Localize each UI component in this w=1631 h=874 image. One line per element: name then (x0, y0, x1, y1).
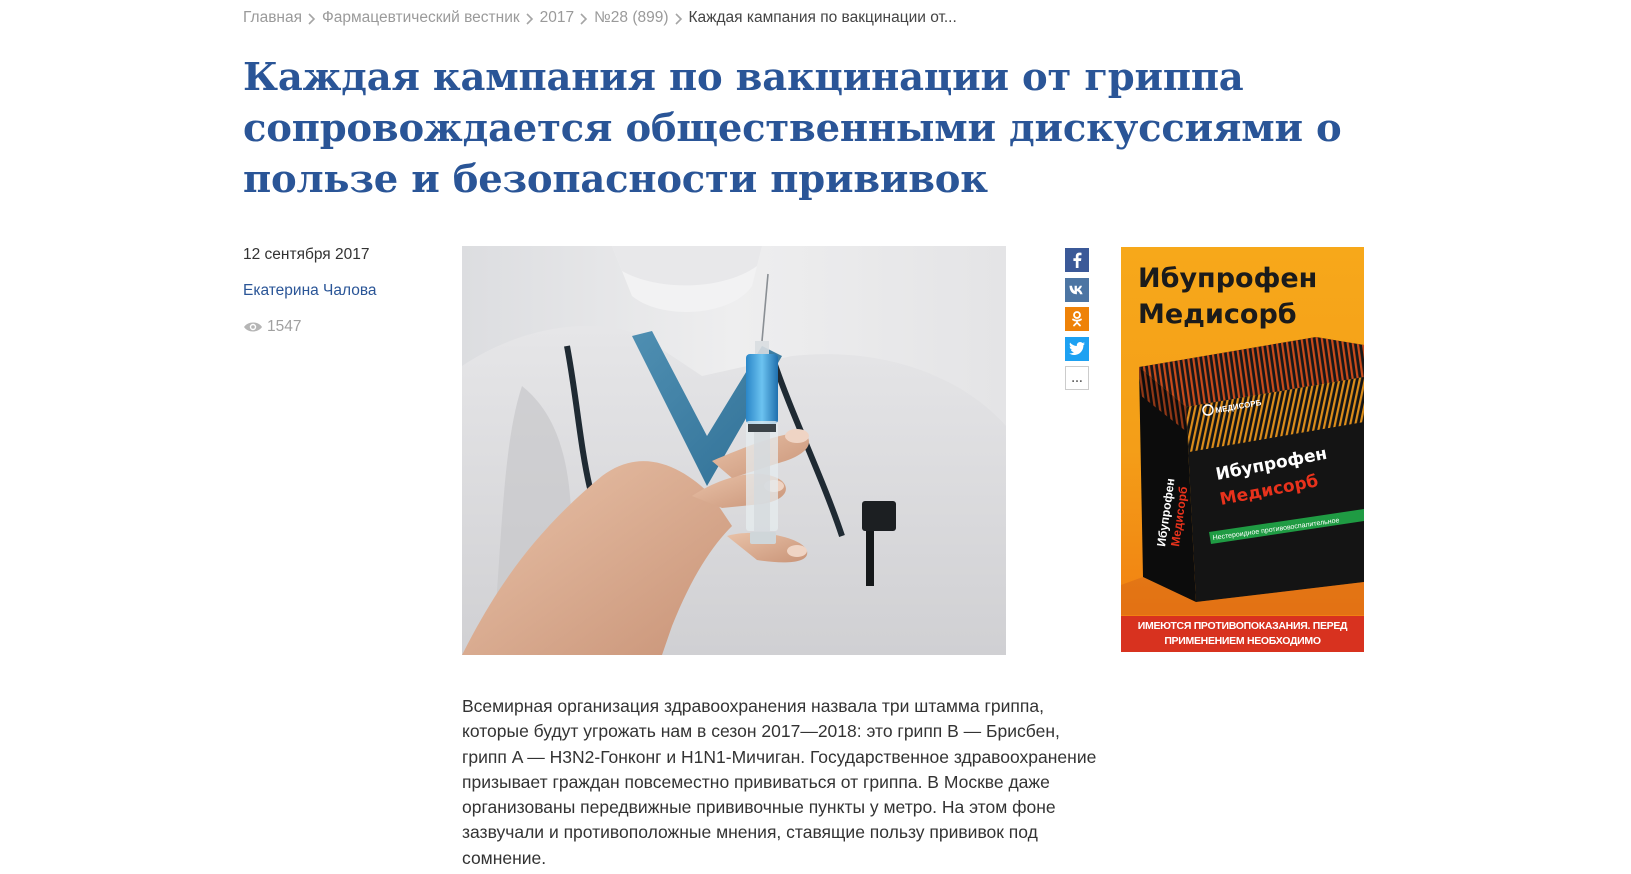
odnoklassniki-share-button[interactable] (1065, 307, 1089, 331)
vkontakte-share-button[interactable] (1065, 277, 1089, 302)
chevron-right-icon (669, 11, 689, 26)
ellipsis-icon: … (1071, 371, 1083, 385)
article-date: 12 сентября 2017 (243, 246, 370, 263)
share-bar: … (1065, 248, 1089, 396)
breadcrumb-item-year[interactable]: 2017 (540, 9, 574, 27)
twitter-share-button[interactable] (1065, 336, 1089, 361)
breadcrumb-current: Каждая кампания по вакцинации от... (688, 9, 957, 26)
article-body: Всемирная организация здравоохранения на… (462, 696, 1097, 868)
ad-title: Ибупрофен Медисорб (1138, 263, 1318, 330)
vk-icon (1069, 285, 1083, 294)
breadcrumb: Главная Фармацевтический вестник 2017 №2… (243, 8, 957, 28)
chevron-right-icon (574, 11, 594, 26)
article-author-link[interactable]: Екатерина Чалова (243, 282, 443, 300)
more-share-button[interactable]: … (1065, 366, 1089, 390)
eye-icon (244, 322, 262, 332)
page-title: Каждая кампания по вакцинации от гриппа … (243, 55, 1342, 202)
ad-disclaimer: ИМЕЮТСЯ ПРОТИВОПОКАЗАНИЯ. ПЕРЕД ПРИМЕНЕН… (1121, 616, 1364, 652)
twitter-icon (1069, 342, 1085, 355)
view-count: 1547 (243, 318, 443, 336)
chevron-right-icon (520, 11, 540, 26)
article-photo (462, 246, 1006, 655)
breadcrumb-item-journal[interactable]: Фармацевтический вестник (322, 9, 520, 27)
ad-banner[interactable]: Нестероидное противовоспалительное МЕДИС… (1121, 247, 1364, 652)
syringe-photo-illustration (462, 246, 1006, 655)
facebook-icon (1073, 252, 1082, 268)
breadcrumb-item-issue[interactable]: №28 (899) (594, 9, 668, 27)
chevron-right-icon (302, 11, 322, 26)
article-meta: 12 сентября 2017 Екатерина Чалова 1547 (243, 246, 443, 336)
facebook-share-button[interactable] (1065, 248, 1089, 272)
odnoklassniki-icon (1072, 311, 1082, 327)
breadcrumb-item-home[interactable]: Главная (243, 9, 302, 27)
view-count-value: 1547 (267, 318, 302, 335)
